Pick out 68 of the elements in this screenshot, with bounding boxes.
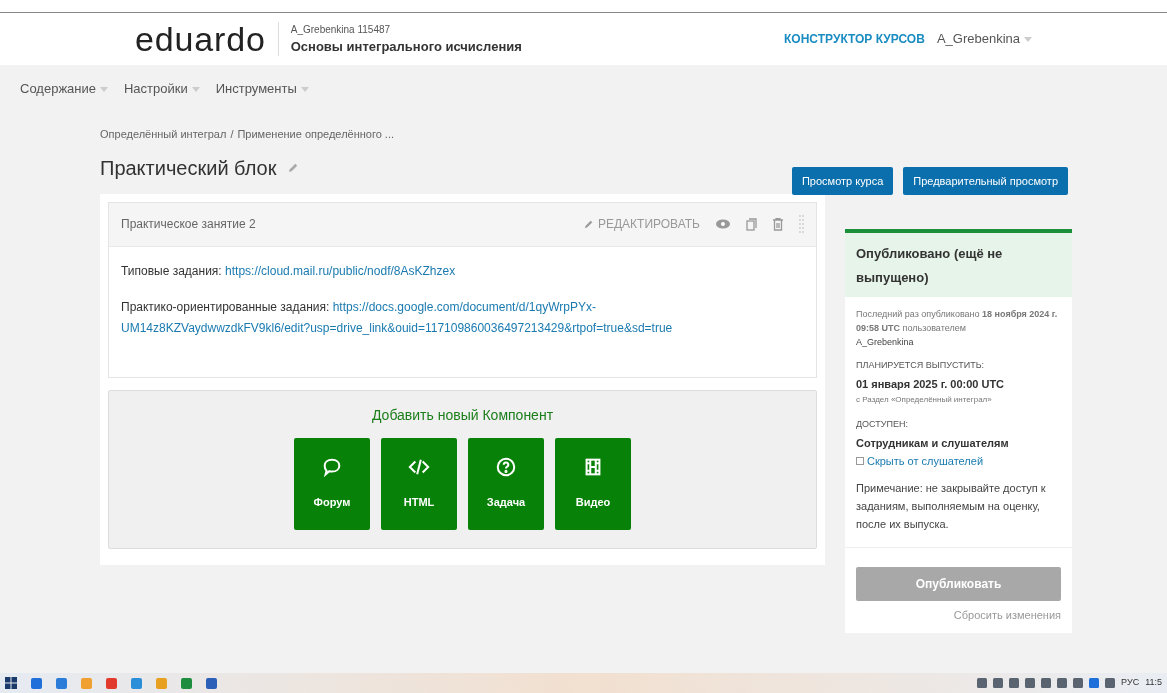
duplicate-icon[interactable] [746, 217, 757, 231]
caret-icon [191, 86, 200, 92]
course-title: Основы интегрального исчисления [290, 37, 522, 56]
clock[interactable]: 11:5 [1145, 676, 1162, 690]
pencil-icon[interactable] [288, 162, 300, 173]
breadcrumb-separator: / [230, 127, 234, 142]
release-source: с Раздел «Определённый интеграл» [856, 394, 993, 406]
taskbar-app-icon[interactable] [181, 677, 192, 689]
tray-icon[interactable] [1025, 678, 1036, 688]
component-text: Практико-ориентированные задания: https://docs.google.com/document/d/1qyWrpPYx- UM14z8KZVaydwwzdkFV9kl6/edit?usp=drive_link&ouid=117109860036497213429&rtpof=true&sd=true [121, 298, 674, 337]
taskbar-app-icon[interactable] [106, 677, 117, 689]
tray-icon[interactable] [1073, 678, 1084, 688]
tray-icon[interactable] [1057, 678, 1068, 688]
component-title: Практическое занятие 2 [121, 216, 256, 233]
hide-checkbox[interactable] [856, 457, 864, 466]
windows-start-icon[interactable] [5, 677, 17, 689]
studio-link[interactable]: КОНСТРУКТОР КУРСОВ [784, 30, 925, 48]
trash-icon[interactable] [773, 217, 783, 231]
taskbar-app-icon[interactable] [56, 677, 67, 689]
tray-icon[interactable] [1089, 678, 1100, 688]
tray-icon[interactable] [1009, 678, 1020, 688]
visibility-value: Сотрудникам и слушателям [856, 435, 1010, 451]
speech-bubble-icon [321, 456, 343, 479]
note-text: Примечание: не закрывайте доступ к заданиям, выполняемым на оценку, после их выпуска. [856, 480, 1047, 532]
drag-handle-icon[interactable] [799, 214, 804, 234]
add-component-button[interactable]: Видео [555, 437, 631, 530]
caret-icon [100, 86, 108, 92]
nav-menu[interactable]: Содержание [20, 79, 108, 99]
pencil-icon [583, 219, 594, 229]
last-published-text: Последний раз опубликовано 18 ноября 2024 г. 09:58 UTC пользователем [856, 308, 1059, 335]
tray-icon[interactable] [993, 678, 1004, 688]
page-title: Практический блок [100, 155, 277, 181]
add-component-title: Добавить новый Компонент [371, 405, 554, 425]
question-icon [495, 456, 517, 479]
add-component-button[interactable]: HTML [381, 437, 457, 530]
nav-menu[interactable]: Инструменты [215, 79, 309, 99]
release-date: 01 января 2025 г. 00:00 UTC [856, 376, 1006, 392]
taskbar-app-icon[interactable] [131, 677, 142, 689]
preview-button[interactable]: Просмотр курса [791, 167, 894, 195]
resource-link[interactable]: https://docs.google.com/document/d/1qyWrpPYx- [332, 299, 596, 314]
hide-checkbox-label[interactable]: Скрыть от слушателей [867, 453, 984, 470]
breadcrumb-link[interactable]: Определённый интеграл [100, 126, 227, 143]
course-org: A_Grebenkina 115487 [290, 22, 392, 37]
nav-menu[interactable]: Настройки [124, 79, 200, 99]
taskbar-app-icon[interactable] [31, 677, 42, 689]
release-label: ПЛАНИРУЕТСЯ ВЫПУСТИТЬ: [856, 359, 986, 372]
resource-link[interactable]: UM14z8KZVaydwwzdkFV9kl6/edit?usp=drive_link&ouid=117109860036497213429&rtpof=true&sd=true [121, 320, 673, 335]
tray-icon[interactable] [977, 678, 988, 688]
user-menu[interactable]: A_Grebenkina [936, 29, 1032, 49]
caret-icon [1024, 36, 1032, 42]
visibility-label: ДОСТУПЕН: [856, 418, 909, 431]
add-component-button[interactable]: Задача [468, 437, 544, 530]
resource-link[interactable]: https://cloud.mail.ru/public/nodf/8AsKZhzex [225, 263, 456, 278]
publish-status: Опубликовано (ещё не выпущено) [856, 246, 1003, 285]
eduardo-logo[interactable]: eduardo [135, 22, 279, 56]
component-text: Типовые задания: https://cloud.mail.ru/public/nodf/8AsKZhzex [121, 262, 457, 280]
preview-button[interactable]: Предварительный просмотр [903, 167, 1068, 195]
edit-button[interactable]: РЕДАКТИРОВАТЬ [583, 215, 700, 233]
taskbar-app-icon[interactable] [206, 677, 217, 689]
breadcrumb-link[interactable]: Применение определённого ... [237, 126, 395, 143]
keyboard-language[interactable]: РУС [1121, 676, 1140, 690]
eye-icon[interactable] [716, 219, 730, 229]
tray-icon[interactable] [1105, 678, 1116, 688]
caret-icon [300, 86, 309, 92]
discard-link[interactable]: Сбросить изменения [953, 606, 1061, 623]
tray-icon[interactable] [1041, 678, 1052, 688]
add-component-button[interactable]: Форум [294, 437, 370, 530]
publisher-name: A_Grebenkina [856, 336, 915, 349]
